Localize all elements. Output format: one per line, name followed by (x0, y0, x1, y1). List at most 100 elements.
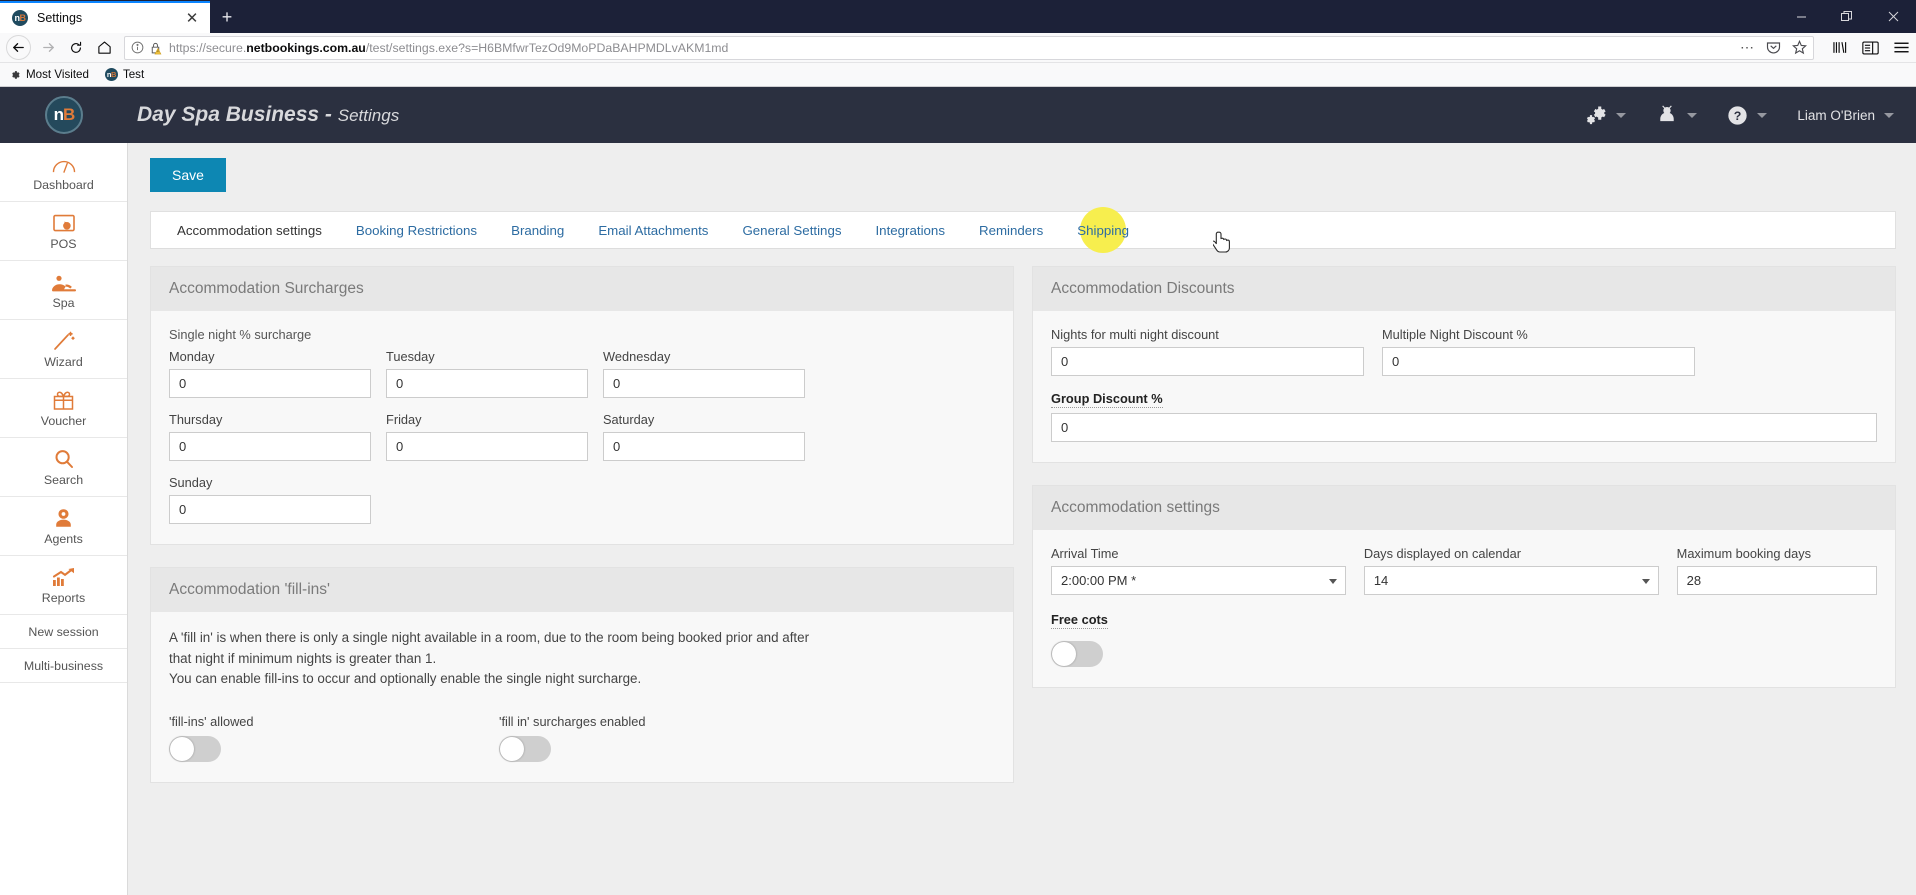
user-settings-menu-button[interactable] (1656, 105, 1698, 125)
arrival-time-select[interactable]: 2:00:00 PM * (1051, 566, 1346, 595)
multiple-night-discount-input[interactable] (1382, 347, 1695, 376)
tuesday-surcharge-input[interactable] (386, 369, 588, 398)
browser-tabstrip: nB Settings ✕ + (0, 0, 1916, 33)
help-icon: ? (1728, 105, 1748, 125)
reload-button-icon[interactable] (62, 34, 90, 62)
friday-surcharge-input[interactable] (386, 432, 588, 461)
sidebar-item-voucher[interactable]: Voucher (0, 379, 127, 438)
panel-title: Accommodation Surcharges (151, 267, 1013, 311)
sidebar-item-new-session[interactable]: New session (0, 615, 127, 649)
field-thursday: Thursday (169, 412, 371, 461)
tab-label: Accommodation settings (177, 222, 322, 238)
main-content: Save Accommodation settings Booking Rest… (128, 143, 1916, 895)
help-menu-button[interactable]: ? (1727, 105, 1768, 126)
fillins-allowed-toggle[interactable] (169, 735, 221, 762)
hamburger-menu-icon[interactable] (1893, 40, 1910, 55)
tab-branding[interactable]: Branding (494, 212, 581, 248)
minimize-icon[interactable] (1778, 0, 1824, 33)
sidebar-item-multi-business[interactable]: Multi-business (0, 649, 127, 683)
field-label: Tuesday (386, 349, 435, 364)
field-label: Arrival Time (1051, 546, 1119, 561)
tab-general-settings[interactable]: General Settings (725, 212, 858, 248)
tab-accommodation-settings[interactable]: Accommodation settings (160, 212, 339, 248)
free-cots-toggle[interactable] (1051, 641, 1103, 667)
tab-integrations[interactable]: Integrations (858, 212, 961, 248)
nights-multi-night-discount-input[interactable] (1051, 347, 1364, 376)
user-menu-button[interactable]: Liam O'Brien (1797, 108, 1894, 123)
field-monday: Monday (169, 349, 371, 398)
tab-reminders[interactable]: Reminders (962, 212, 1060, 248)
maximum-booking-days-input[interactable] (1676, 566, 1877, 595)
wednesday-surcharge-input[interactable] (603, 369, 805, 398)
sidebar-item-label: New session (28, 624, 99, 639)
field-label: Friday (386, 412, 422, 427)
netbookings-favicon: nB (104, 68, 118, 81)
window-controls (1778, 0, 1916, 33)
thursday-surcharge-input[interactable] (169, 432, 371, 461)
wizard-icon (53, 329, 75, 351)
saturday-surcharge-input[interactable] (603, 432, 805, 461)
sidebar-item-label: Reports (41, 591, 86, 605)
field-label: Saturday (603, 412, 655, 427)
back-button-icon[interactable] (6, 35, 31, 60)
tab-label: Reminders (978, 222, 1044, 238)
bookmark-most-visited[interactable]: Most Visited (8, 68, 89, 81)
browser-window: nB Settings ✕ + https://secure.netbookin… (0, 0, 1916, 895)
sidebar-item-spa[interactable]: Spa (0, 261, 127, 320)
sunday-surcharge-input[interactable] (169, 495, 371, 524)
restore-icon[interactable] (1824, 0, 1870, 33)
sidebar-item-pos[interactable]: POS (0, 202, 127, 261)
bookmark-star-icon[interactable] (1792, 40, 1807, 55)
field-label: Days displayed on calendar (1363, 546, 1522, 561)
tab-booking-restrictions[interactable]: Booking Restrictions (339, 212, 494, 248)
panel-title: Accommodation Discounts (1033, 267, 1895, 311)
pocket-icon[interactable] (1766, 40, 1781, 55)
fillins-paragraph-line-3: You can enable fill-ins to occur and opt… (169, 671, 642, 686)
single-night-surcharge-label: Single night % surcharge (169, 327, 312, 342)
settings-tab-bar: Accommodation settings Booking Restricti… (150, 211, 1896, 253)
surcharge-row-3: Sunday (169, 475, 995, 524)
home-button-icon[interactable] (90, 34, 118, 62)
fillins-description: A 'fill in' is when there is only a sing… (169, 628, 995, 690)
field-label: Group Discount % (1051, 391, 1163, 408)
sidebar-item-agents[interactable]: Agents (0, 497, 127, 556)
fillin-surcharges-toggle[interactable] (499, 735, 551, 762)
panel-body: A 'fill in' is when there is only a sing… (151, 612, 1013, 782)
gear-icon (8, 68, 21, 81)
url-bar[interactable]: https://secure.netbookings.com.au/test/s… (124, 35, 1814, 60)
sidebar-item-reports[interactable]: Reports (0, 556, 127, 615)
close-window-icon[interactable] (1870, 0, 1916, 33)
monday-surcharge-input[interactable] (169, 369, 371, 398)
arrival-time-select-wrap: 2:00:00 PM * (1051, 566, 1346, 595)
days-displayed-select[interactable]: 14 (1363, 566, 1659, 595)
bookmarks-bar: Most Visited nB Test (0, 63, 1916, 87)
tab-shipping[interactable]: Shipping (1060, 212, 1146, 248)
app-logo-wrapper[interactable]: nB (0, 96, 128, 134)
sidebar-item-wizard[interactable]: Wizard (0, 320, 127, 379)
settings-menu-button[interactable] (1585, 105, 1627, 125)
browser-tab[interactable]: nB Settings ✕ (0, 1, 210, 33)
field-friday: Friday (386, 412, 588, 461)
reports-icon (52, 565, 75, 587)
url-path: /test/settings.exe?s=H6BMfwrTezOd9MoPDaB… (365, 40, 729, 55)
search-icon (54, 447, 74, 469)
library-icon[interactable] (1832, 40, 1848, 55)
mouse-cursor (1211, 231, 1233, 262)
close-tab-icon[interactable]: ✕ (182, 8, 202, 28)
sidebar-item-search[interactable]: Search (0, 438, 127, 497)
save-button[interactable]: Save (150, 158, 226, 192)
page-actions-icon[interactable]: ⋯ (1740, 39, 1755, 56)
bookmark-test[interactable]: nB Test (104, 68, 144, 81)
sidebar-icon[interactable] (1862, 41, 1879, 55)
url-scheme: https://secure. (169, 40, 247, 55)
user-name: Liam O'Brien (1797, 107, 1875, 123)
group-discount-input[interactable] (1051, 413, 1877, 442)
tab-email-attachments[interactable]: Email Attachments (581, 212, 725, 248)
tab-label: Shipping (1077, 222, 1130, 238)
sidebar-item-dashboard[interactable]: Dashboard (0, 143, 127, 202)
field-label: Maximum booking days (1676, 546, 1812, 561)
app-body: Dashboard POS Spa Wizard Voucher Search … (0, 143, 1916, 895)
field-days-displayed: Days displayed on calendar 14 (1363, 546, 1659, 595)
new-tab-button[interactable]: + (210, 1, 244, 33)
tab-label: General Settings (742, 222, 842, 238)
